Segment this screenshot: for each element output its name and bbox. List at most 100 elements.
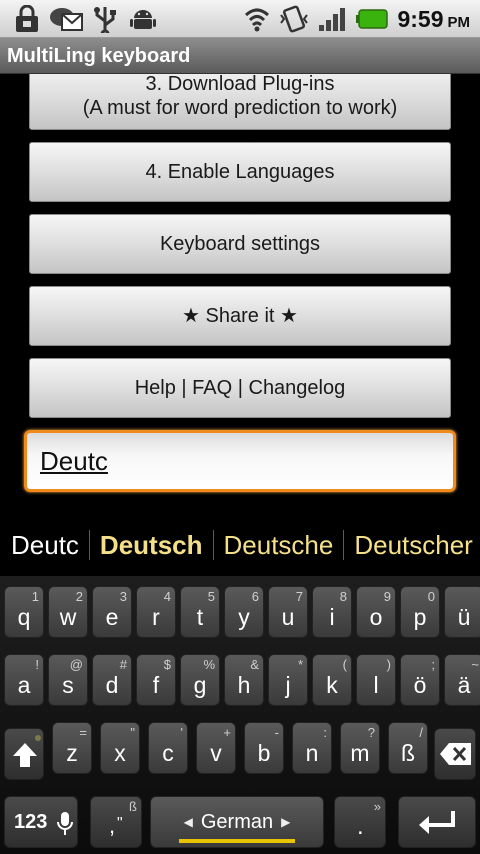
suggestion-item[interactable]: Deutsche <box>214 514 344 576</box>
key-label: u <box>281 604 295 630</box>
key-hint: % <box>203 657 215 672</box>
key-ü[interactable]: ü <box>444 586 480 638</box>
suggestion-item[interactable]: Deutsch <box>90 514 213 576</box>
key-x[interactable]: " x <box>100 722 140 774</box>
key-label: z <box>66 740 78 766</box>
key-v[interactable]: + v <box>196 722 236 774</box>
help-faq-changelog-button[interactable]: Help | FAQ | Changelog <box>29 358 451 418</box>
space-language-key[interactable]: ◀ German ▶ <box>150 796 324 848</box>
usb-icon <box>90 5 120 33</box>
android-icon <box>128 5 158 33</box>
key-z[interactable]: = z <box>52 722 92 774</box>
key-j[interactable]: * j <box>268 654 308 706</box>
key-n[interactable]: :n <box>292 722 332 774</box>
key-label: h <box>237 672 251 698</box>
vibrate-icon <box>278 5 310 33</box>
key-f[interactable]: $ f <box>136 654 176 706</box>
suggestion-strip: Deutc Deutsch Deutsche Deutscher <box>0 514 480 576</box>
key-d[interactable]: # d <box>92 654 132 706</box>
key-label: g <box>193 672 207 698</box>
key-e[interactable]: 3e <box>92 586 132 638</box>
key-ö[interactable]: ; ö <box>400 654 440 706</box>
key-hint: 0 <box>427 589 435 604</box>
key-o[interactable]: 9o <box>356 586 396 638</box>
key-h[interactable]: & h <box>224 654 264 706</box>
language-label: German <box>200 810 274 833</box>
key-y[interactable]: 6y <box>224 586 264 638</box>
key-c[interactable]: ' c <box>148 722 188 774</box>
suggestion-item[interactable]: Deutscher <box>344 514 480 576</box>
key-hint: $ <box>163 657 171 672</box>
comma-key[interactable]: ß , " <box>90 796 142 848</box>
key-r[interactable]: 4r <box>136 586 176 638</box>
key-b[interactable]: -b <box>244 722 284 774</box>
key-label: ü <box>457 604 471 630</box>
key-hint: " <box>130 725 135 740</box>
key-hint: / <box>419 725 423 740</box>
key-p[interactable]: 0p <box>400 586 440 638</box>
status-bar: 9:59 PM <box>0 0 480 38</box>
settings-content: 3. Download Plug-ins (A must for word pr… <box>0 74 480 514</box>
key-m[interactable]: ? m <box>340 722 380 774</box>
key-hint: 3 <box>119 589 127 604</box>
wifi-icon <box>242 5 272 33</box>
key-k[interactable]: (k <box>312 654 352 706</box>
period-key[interactable]: » . <box>334 796 386 848</box>
key-l[interactable]: ) l <box>356 654 396 706</box>
key-hint: 5 <box>207 589 215 604</box>
key-s[interactable]: @ s <box>48 654 88 706</box>
key-label: r <box>152 604 160 630</box>
lock-icon <box>12 5 42 33</box>
key-hint: 9 <box>383 589 391 604</box>
key-label: j <box>285 672 291 698</box>
mail-icon <box>48 5 84 33</box>
key-t[interactable]: 5t <box>180 586 220 638</box>
key-label: x <box>114 740 126 766</box>
shift-key[interactable] <box>4 728 44 780</box>
symbols-mic-key[interactable]: 123 <box>4 796 78 848</box>
key-label: p <box>413 604 427 630</box>
key-ß[interactable]: / ß <box>388 722 428 774</box>
share-button[interactable]: ★ Share it ★ <box>29 286 451 346</box>
key-hint: ~ <box>471 657 479 672</box>
download-plugins-sublabel: (A must for word prediction to work) <box>82 97 398 119</box>
key-label: y <box>238 604 250 630</box>
key-label: a <box>17 672 31 698</box>
comma-sub-label: " <box>117 815 123 832</box>
key-i[interactable]: 8i <box>312 586 352 638</box>
download-plugins-button[interactable]: 3. Download Plug-ins (A must for word pr… <box>29 74 451 130</box>
keyboard-settings-button[interactable]: Keyboard settings <box>29 214 451 274</box>
key-label: k <box>326 672 338 698</box>
delete-key[interactable] <box>434 728 476 780</box>
enter-key[interactable] <box>398 796 476 848</box>
key-hint: ! <box>35 657 39 672</box>
key-a[interactable]: ! a <box>4 654 44 706</box>
key-label: v <box>210 740 222 766</box>
key-hint: 2 <box>75 589 83 604</box>
key-u[interactable]: 7u <box>268 586 308 638</box>
key-hint: ' <box>180 725 183 740</box>
text-input[interactable]: Deutc <box>24 430 456 492</box>
key-label: q <box>17 604 31 630</box>
symbols-label: 123 <box>14 811 48 833</box>
signal-icon <box>316 5 350 33</box>
app-title: MultiLing keyboard <box>7 45 191 67</box>
suggestion-item[interactable]: Deutc <box>0 514 89 576</box>
shift-icon <box>13 743 37 767</box>
language-prev-icon: ◀ <box>183 815 193 829</box>
key-g[interactable]: % g <box>180 654 220 706</box>
key-hint: ; <box>431 657 435 672</box>
key-ä[interactable]: ~ ä <box>444 654 480 706</box>
enable-languages-button[interactable]: 4. Enable Languages <box>29 142 451 202</box>
app-title-bar: MultiLing keyboard <box>0 38 480 74</box>
key-hint: * <box>297 657 303 672</box>
key-hint: & <box>250 657 259 672</box>
key-label: t <box>196 604 204 630</box>
key-label: s <box>62 672 74 698</box>
key-hint: 4 <box>163 589 171 604</box>
key-hint: @ <box>69 657 83 672</box>
key-w[interactable]: 2w <box>48 586 88 638</box>
comma-label: , <box>109 813 116 838</box>
key-q[interactable]: 1q <box>4 586 44 638</box>
key-hint: 7 <box>295 589 303 604</box>
